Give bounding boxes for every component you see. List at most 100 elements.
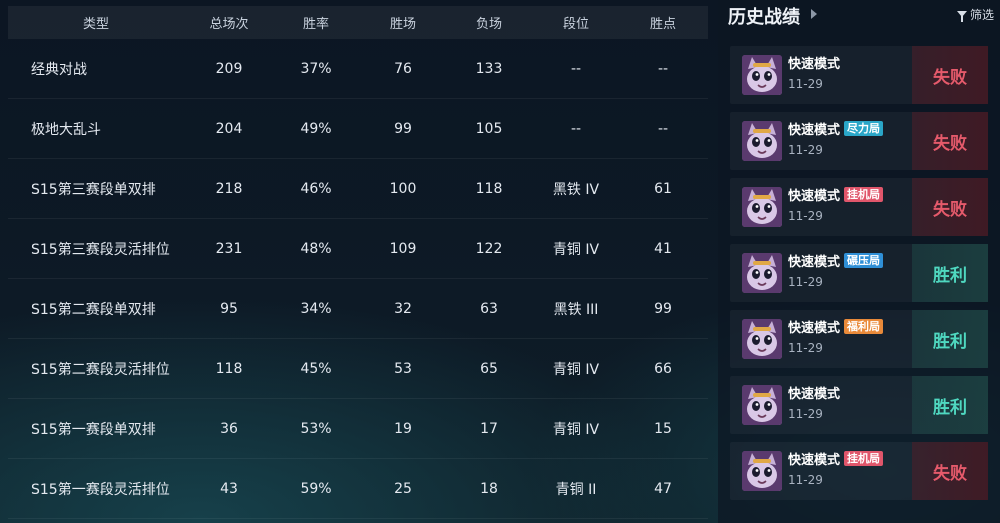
match-card[interactable]: 快速模式 11-29 胜利 [730,376,988,434]
cell-rank: 青铜 IV [552,361,600,378]
match-history-panel: 历史战绩 筛选 快速模式 11-29 失败 快速模式 尽力局 11-29 失败 快速模式 挂机局… [718,0,1000,523]
cell-rate: 37% [300,60,332,77]
cell-rank: -- [570,60,582,77]
match-date: 11-29 [788,473,823,487]
champion-avatar [742,451,782,491]
champion-avatar [742,55,782,95]
table-row[interactable]: 极地大乱斗 204 49% 99 105 -- -- [8,99,708,159]
champion-avatar [742,253,782,293]
match-mode: 快速模式 [788,53,840,72]
match-mode: 快速模式 碾压局 [788,251,884,270]
champion-avatar [742,385,782,425]
match-mode: 快速模式 挂机局 [788,449,884,468]
match-mode: 快速模式 挂机局 [788,185,884,204]
match-mode-label: 快速模式 [788,255,841,270]
cell-win: 25 [394,480,412,497]
table-row[interactable]: S15第一赛段单双排 36 53% 19 17 青铜 IV 15 [8,399,708,459]
cell-loss: 105 [475,120,503,137]
cell-loss: 118 [475,180,503,197]
cell-win: 76 [394,60,412,77]
match-tag-badge: 碾压局 [844,253,884,268]
cell-type: S15第二赛段灵活排位 [31,361,170,378]
header-type: 类型 [82,17,109,32]
match-mode: 快速模式 [788,383,840,402]
cell-lp: 66 [654,360,672,377]
match-tag-badge: 挂机局 [844,451,884,466]
match-mode-label: 快速模式 [788,57,841,72]
cell-total: 118 [215,360,243,377]
cell-rank: 黑铁 IV [552,181,600,198]
header-loss: 负场 [475,17,502,32]
header-rate: 胜率 [302,17,329,32]
match-history-header: 历史战绩 筛选 [718,0,1000,40]
match-history-title[interactable]: 历史战绩 [728,3,800,29]
match-card[interactable]: 快速模式 尽力局 11-29 失败 [730,112,988,170]
cell-lp: 99 [654,300,672,317]
match-mode-label: 快速模式 [788,387,841,402]
cell-rate: 48% [300,240,332,257]
match-mode-label: 快速模式 [788,123,841,138]
cell-lp: -- [657,60,669,77]
table-row[interactable]: S15第二赛段单双排 95 34% 32 63 黑铁 III 99 [8,279,708,339]
cell-win: 32 [394,300,412,317]
cell-total: 209 [215,60,243,77]
match-card[interactable]: 快速模式 碾压局 11-29 胜利 [730,244,988,302]
table-row[interactable]: S15第三赛段灵活排位 231 48% 109 122 青铜 IV 41 [8,219,708,279]
table-row[interactable]: S15第一赛段灵活排位 43 59% 25 18 青铜 II 47 [8,459,708,519]
cell-rate: 49% [300,120,332,137]
cell-type: S15第一赛段单双排 [31,421,156,438]
cell-total: 204 [215,120,243,137]
cell-type: 极地大乱斗 [31,121,101,138]
funnel-icon [956,11,967,22]
match-result: 胜利 [912,310,988,368]
chevron-right-icon[interactable] [811,9,817,19]
cell-rank: -- [570,120,582,137]
match-mode-label: 快速模式 [788,453,841,468]
table-row[interactable]: S15第三赛段单双排 218 46% 100 118 黑铁 IV 61 [8,159,708,219]
table-row[interactable]: 经典对战 209 37% 76 133 -- -- [8,39,708,99]
match-tag-badge: 挂机局 [844,187,884,202]
cell-rank: 青铜 IV [552,421,600,438]
champion-avatar [742,187,782,227]
cell-total: 231 [215,240,243,257]
cell-total: 43 [220,480,238,497]
header-total: 总场次 [209,17,249,32]
cell-loss: 17 [480,420,498,437]
cell-total: 218 [215,180,243,197]
match-result: 失败 [912,178,988,236]
match-result: 失败 [912,46,988,104]
cell-win: 53 [394,360,412,377]
cell-lp: 15 [654,420,672,437]
match-mode-label: 快速模式 [788,321,841,336]
match-card[interactable]: 快速模式 挂机局 11-29 失败 [730,442,988,500]
match-tag-badge: 尽力局 [844,121,884,136]
match-mode: 快速模式 福利局 [788,317,884,336]
cell-loss: 63 [480,300,498,317]
cell-total: 36 [220,420,238,437]
match-date: 11-29 [788,275,823,289]
cell-lp: 61 [654,180,672,197]
match-date: 11-29 [788,341,823,355]
cell-loss: 65 [480,360,498,377]
cell-rate: 34% [300,300,332,317]
cell-rate: 46% [300,180,332,197]
match-result: 胜利 [912,376,988,434]
header-lp: 胜点 [649,17,676,32]
match-date: 11-29 [788,143,823,157]
table-row[interactable]: S15第二赛段灵活排位 118 45% 53 65 青铜 IV 66 [8,339,708,399]
header-rank: 段位 [562,17,589,32]
match-mode: 快速模式 尽力局 [788,119,884,138]
cell-loss: 122 [475,240,503,257]
filter-label: 筛选 [969,7,994,22]
match-result: 失败 [912,442,988,500]
cell-rank: 青铜 IV [552,241,600,258]
match-card[interactable]: 快速模式 福利局 11-29 胜利 [730,310,988,368]
header-win: 胜场 [389,17,416,32]
match-card[interactable]: 快速模式 挂机局 11-29 失败 [730,178,988,236]
filter-button[interactable]: 筛选 [956,6,994,22]
cell-lp: 41 [654,240,672,257]
cell-loss: 18 [480,480,498,497]
cell-rate: 53% [300,420,332,437]
match-card[interactable]: 快速模式 11-29 失败 [730,46,988,104]
cell-type: S15第一赛段灵活排位 [31,481,170,498]
